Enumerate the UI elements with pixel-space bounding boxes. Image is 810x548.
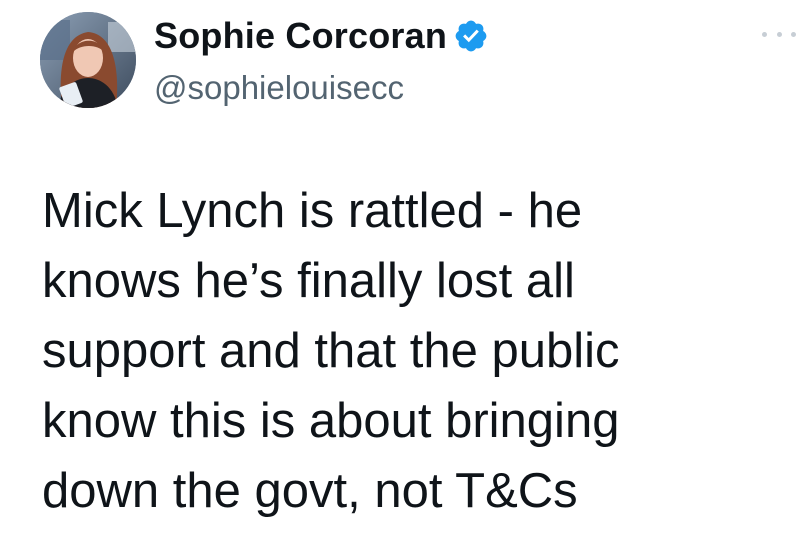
- author-display-name[interactable]: Sophie Corcoran: [154, 14, 489, 58]
- tweet-text: Mick Lynch is rattled - he knows he’s fi…: [42, 176, 742, 526]
- author-handle[interactable]: @sophielouisecc: [154, 68, 404, 108]
- more-dot: [776, 31, 782, 37]
- tweet-text-line: know this is about bringing: [42, 394, 620, 448]
- tweet-text-line: Mick Lynch is rattled - he: [42, 184, 583, 238]
- tweet-text-line: support and that the public: [42, 324, 620, 378]
- display-name-text[interactable]: Sophie Corcoran: [154, 14, 447, 58]
- tweet-card: Sophie Corcoran @sophielouisecc Mick Lyn…: [0, 0, 810, 548]
- avatar[interactable]: [40, 12, 136, 108]
- tweet-text-line: knows he’s finally lost all: [42, 254, 575, 308]
- more-dot: [762, 31, 767, 37]
- verified-badge-icon: [453, 18, 489, 54]
- more-options-icon[interactable]: [762, 24, 796, 44]
- tweet-text-line: down the govt, not T&Cs: [42, 464, 578, 518]
- more-dot: [791, 31, 796, 37]
